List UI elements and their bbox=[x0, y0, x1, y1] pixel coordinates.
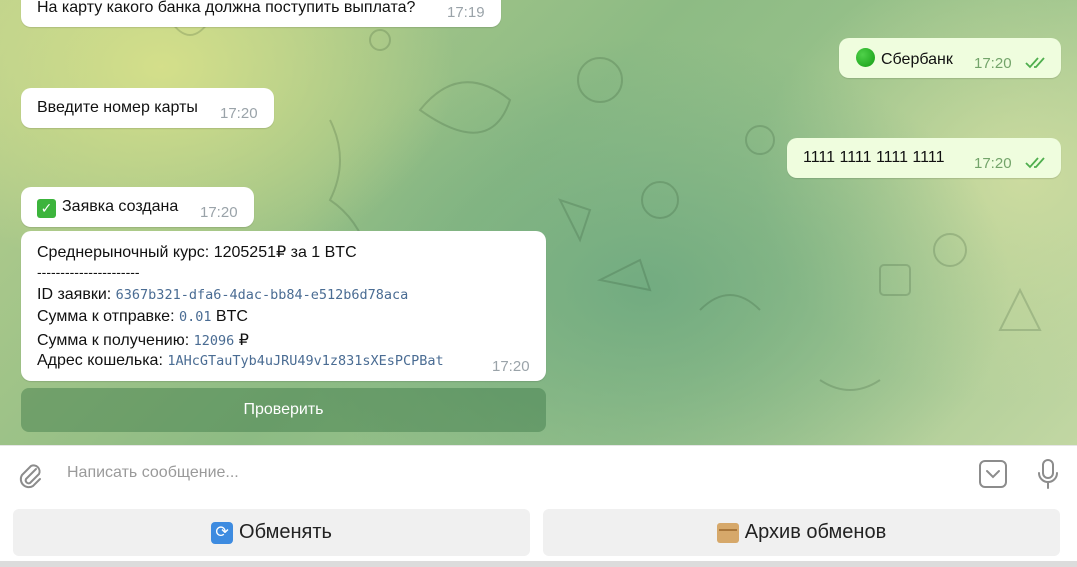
wallet-address-value[interactable]: 1AHcGTauTyb4uJRU49v1z831sXEsPCPBat bbox=[167, 353, 443, 369]
message-time: 17:20 bbox=[200, 204, 238, 221]
microphone-icon[interactable] bbox=[1036, 458, 1060, 490]
message-text: 1111 1111 1111 1111 bbox=[803, 149, 945, 166]
archive-button[interactable]: Архив обменов bbox=[543, 509, 1060, 556]
separator-line: ---------------------- bbox=[37, 264, 140, 280]
message-input[interactable]: Написать сообщение... bbox=[67, 464, 239, 482]
receive-amount-line: Сумма к получению: 12096 ₽ bbox=[37, 330, 249, 350]
read-ticks-icon bbox=[1025, 157, 1045, 169]
receive-amount-unit: ₽ bbox=[234, 332, 249, 349]
receive-amount-label: Сумма к получению: bbox=[37, 332, 194, 349]
archive-button-label: Архив обменов bbox=[744, 521, 887, 543]
message-text: Сбербанк bbox=[856, 48, 953, 69]
order-id-line: ID заявки: 6367b321-dfa6-4dac-bb84-e512b… bbox=[37, 286, 408, 304]
message-time: 17:20 bbox=[974, 55, 1012, 72]
paperclip-icon[interactable] bbox=[16, 460, 44, 490]
message-sberbank: Сбербанк 17:20 bbox=[839, 38, 1061, 78]
message-order-details: Среднерыночный курс: 1205251₽ за 1 BTC -… bbox=[21, 231, 546, 381]
message-time: 17:20 bbox=[220, 105, 258, 122]
order-id-label: ID заявки: bbox=[37, 286, 116, 303]
message-time: 17:19 bbox=[447, 4, 485, 21]
message-time: 17:20 bbox=[492, 358, 530, 375]
receive-amount-value[interactable]: 12096 bbox=[194, 333, 235, 349]
message-card-number: 1111 1111 1111 1111 17:20 bbox=[787, 138, 1061, 178]
check-mark-icon: ✓ bbox=[37, 199, 56, 218]
reply-keyboard: ⟳ Обменять Архив обменов bbox=[0, 501, 1077, 567]
refresh-icon: ⟳ bbox=[211, 521, 234, 544]
message-bank-question: На карту какого банка должна поступить в… bbox=[21, 0, 501, 27]
bot-keyboard-icon[interactable] bbox=[978, 459, 1008, 489]
rate-line: Среднерыночный курс: 1205251₽ за 1 BTC bbox=[37, 244, 357, 261]
send-amount-unit: BTC bbox=[211, 308, 248, 325]
send-amount-line: Сумма к отправке: 0.01 BTC bbox=[37, 308, 248, 326]
message-text: ✓ Заявка создана bbox=[37, 198, 178, 218]
window-bottom-edge bbox=[0, 561, 1077, 567]
message-enter-card: Введите номер карты 17:20 bbox=[21, 88, 274, 128]
exchange-button[interactable]: ⟳ Обменять bbox=[13, 509, 530, 556]
wallet-line: Адрес кошелька: 1AHcGTauTyb4uJRU49v1z831… bbox=[37, 352, 444, 370]
message-order-created: ✓ Заявка создана 17:20 bbox=[21, 187, 254, 227]
message-text-value: Заявка создана bbox=[62, 198, 179, 215]
green-circle-icon bbox=[856, 48, 875, 67]
order-id-value[interactable]: 6367b321-dfa6-4dac-bb84-e512b6d78aca bbox=[116, 287, 409, 303]
chat-area: На карту какого банка должна поступить в… bbox=[0, 0, 1077, 445]
message-composer: Написать сообщение... bbox=[0, 445, 1077, 502]
read-ticks-icon bbox=[1025, 57, 1045, 69]
message-text-value: Сбербанк bbox=[881, 51, 953, 68]
send-amount-label: Сумма к отправке: bbox=[37, 308, 179, 325]
package-icon bbox=[716, 522, 739, 543]
exchange-button-label: Обменять bbox=[239, 521, 332, 543]
message-text: Введите номер карты bbox=[37, 99, 198, 116]
send-amount-value[interactable]: 0.01 bbox=[179, 309, 212, 325]
message-text: На карту какого банка должна поступить в… bbox=[37, 0, 416, 16]
check-button[interactable]: Проверить bbox=[21, 388, 546, 432]
message-time: 17:20 bbox=[974, 155, 1012, 172]
wallet-label: Адрес кошелька: bbox=[37, 352, 168, 369]
